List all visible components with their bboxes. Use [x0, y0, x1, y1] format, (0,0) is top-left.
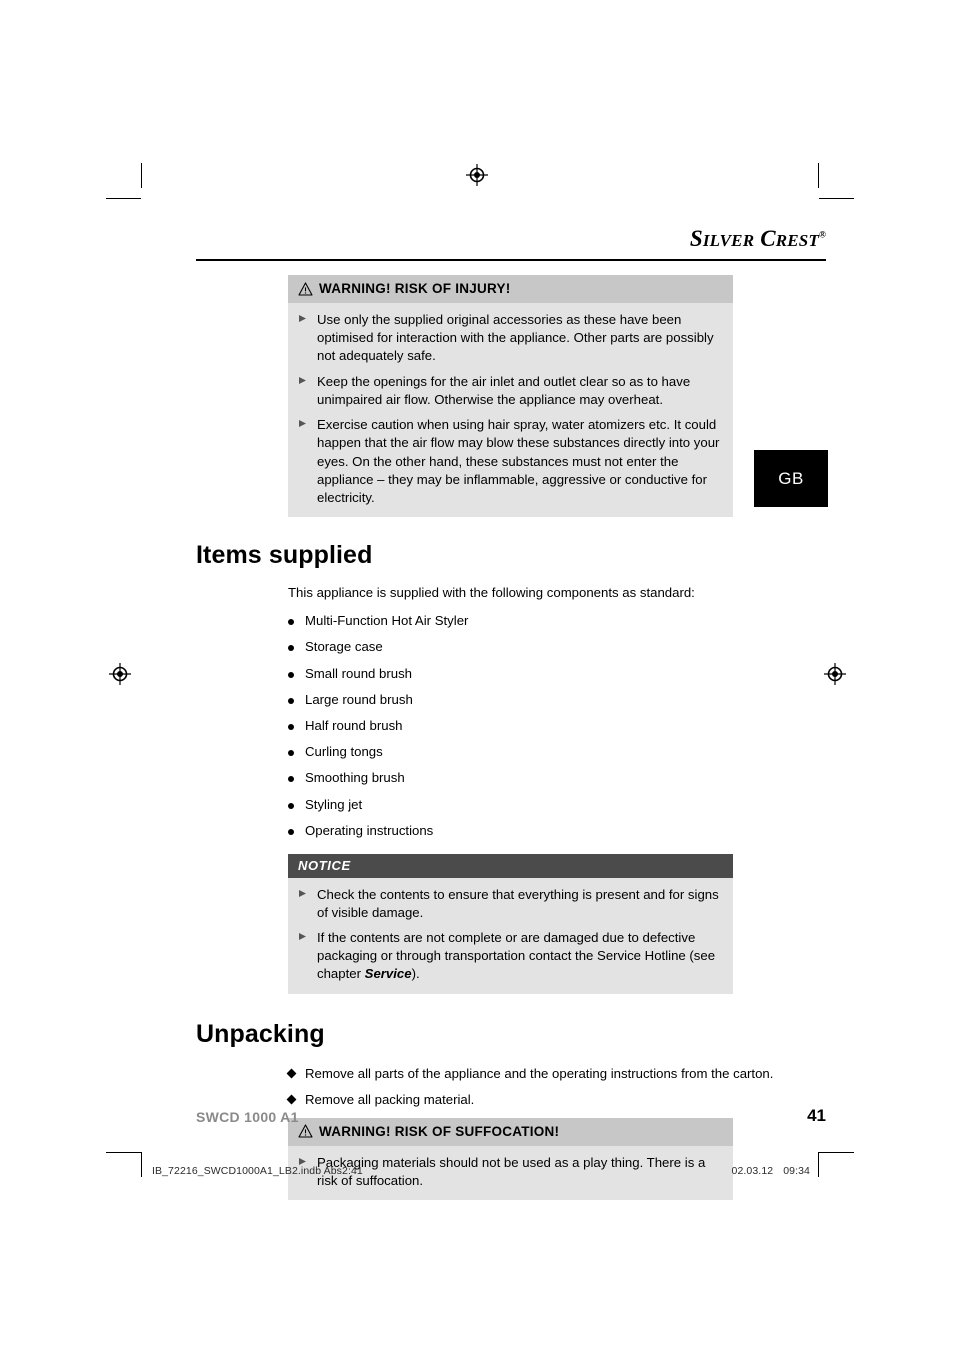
bullet-dot-icon	[288, 828, 294, 835]
diamond-bullet-icon	[286, 1094, 297, 1105]
notice-bullet-text-post: ).	[411, 966, 420, 982]
list-item: Multi-Function Hot Air Styler	[288, 608, 826, 634]
arrow-bullet-icon	[298, 886, 309, 922]
items-supplied-intro: This appliance is supplied with the foll…	[288, 585, 695, 601]
arrow-bullet-icon	[298, 416, 309, 507]
diamond-bullet-icon	[286, 1068, 297, 1079]
list-item: Smoothing brush	[288, 765, 826, 791]
crop-mark-top-left-vertical	[141, 163, 142, 188]
warning-injury-bullet-text: Exercise caution when using hair spray, …	[317, 417, 720, 505]
footer-model-number: SWCD 1000 A1	[196, 1109, 299, 1125]
registration-mark-left	[109, 663, 131, 685]
list-item: Half round brush	[288, 712, 826, 738]
bullet-dot-icon	[288, 776, 294, 783]
arrow-bullet-icon	[298, 929, 309, 984]
unpacking-heading: Unpacking	[196, 1019, 325, 1048]
page-content: WARNING! RISK OF INJURY! Use only the su…	[196, 275, 826, 1200]
notice-header: NOTICE	[288, 853, 733, 878]
notice-service-reference: Service	[364, 966, 412, 982]
header-rule	[196, 259, 826, 261]
list-item-label: Large round brush	[305, 691, 413, 707]
bullet-dot-icon	[288, 645, 294, 652]
warning-injury-box: WARNING! RISK OF INJURY! Use only the su…	[288, 275, 733, 518]
warning-suffocation-header: WARNING! RISK OF SUFFOCATION!	[288, 1117, 733, 1146]
bullet-dot-icon	[288, 802, 294, 809]
bullet-dot-icon	[288, 697, 294, 704]
bullet-dot-icon	[288, 723, 294, 730]
crop-mark-bottom-left-horizontal	[106, 1152, 141, 1153]
list-item-label: Half round brush	[305, 717, 403, 733]
warning-triangle-icon	[298, 1124, 313, 1138]
list-item: Operating instructions	[288, 817, 826, 843]
brand-logo-s: S	[689, 226, 703, 251]
list-item: Small round brush	[288, 660, 826, 686]
warning-injury-bullet: Exercise caution when using hair spray, …	[298, 416, 721, 507]
registration-mark-top	[466, 164, 488, 186]
crop-mark-top-left-horizontal	[106, 198, 141, 199]
document-page: SILVER CREST® GB WARNING! RISK OF INJURY…	[0, 0, 954, 1350]
print-date: 02.03.12	[731, 1165, 774, 1177]
list-item: Styling jet	[288, 791, 826, 817]
list-item: Storage case	[288, 634, 826, 660]
crop-mark-bottom-left-vertical	[141, 1152, 142, 1177]
warning-injury-body: Use only the supplied original accessori…	[288, 303, 733, 517]
brand-logo-rest: REST	[775, 231, 820, 250]
notice-bullet: Check the contents to ensure that everyt…	[298, 886, 721, 922]
crop-mark-top-right-horizontal	[819, 198, 854, 199]
list-item-label: Small round brush	[305, 665, 413, 681]
items-supplied-heading: Items supplied	[196, 541, 373, 570]
unpacking-step: Remove all parts of the appliance and th…	[286, 1065, 826, 1083]
warning-suffocation-title: WARNING! RISK OF SUFFOCATION!	[319, 1123, 560, 1139]
notice-bullet-text-composite: If the contents are not complete or are …	[317, 929, 721, 984]
items-supplied-list: Multi-Function Hot Air Styler Storage ca…	[288, 608, 826, 844]
warning-injury-bullet-text: Keep the openings for the air inlet and …	[317, 373, 691, 407]
arrow-bullet-icon	[298, 311, 309, 366]
brand-logo-ilver: ILVER	[702, 231, 755, 250]
list-item-label: Multi-Function Hot Air Styler	[305, 613, 469, 629]
print-timestamp: 02.03.12 09:34	[600, 1165, 810, 1177]
list-item-label: Smoothing brush	[305, 770, 405, 786]
arrow-bullet-icon	[298, 373, 309, 409]
registered-trademark-icon: ®	[819, 229, 826, 240]
brand-logo-c: C	[760, 226, 776, 251]
registration-mark-right	[824, 663, 846, 685]
list-item: Large round brush	[288, 686, 826, 712]
bullet-dot-icon	[288, 619, 294, 626]
warning-injury-bullet: Keep the openings for the air inlet and …	[298, 373, 721, 409]
bullet-dot-icon	[288, 671, 294, 678]
unpacking-step-text: Remove all packing material.	[305, 1092, 475, 1108]
list-item-label: Curling tongs	[305, 744, 383, 760]
warning-suffocation-box: WARNING! RISK OF SUFFOCATION! Packaging …	[288, 1117, 733, 1200]
warning-injury-title: WARNING! RISK OF INJURY!	[319, 281, 511, 296]
notice-box: NOTICE Check the contents to ensure that…	[288, 853, 733, 994]
notice-body: Check the contents to ensure that everyt…	[288, 878, 733, 994]
warning-injury-header: WARNING! RISK OF INJURY!	[288, 275, 733, 303]
print-file-name: IB_72216_SWCD1000A1_LB2.indb Abs2:41	[152, 1165, 363, 1177]
notice-bullet: If the contents are not complete or are …	[298, 929, 721, 984]
unpacking-step-text: Remove all parts of the appliance and th…	[305, 1065, 774, 1081]
crop-mark-top-right-vertical	[818, 163, 819, 188]
warning-injury-bullet-text: Use only the supplied original accessori…	[317, 312, 714, 364]
bullet-dot-icon	[288, 750, 294, 757]
warning-triangle-icon	[298, 281, 313, 296]
brand-logo: SILVER CREST®	[196, 226, 826, 252]
unpacking-steps: Remove all parts of the appliance and th…	[196, 1065, 826, 1110]
warning-injury-bullet: Use only the supplied original accessori…	[298, 311, 721, 366]
page-number: 41	[807, 1106, 826, 1125]
print-time: 09:34	[783, 1165, 810, 1177]
list-item-label: Storage case	[305, 639, 383, 655]
list-item-label: Operating instructions	[305, 822, 434, 838]
list-item: Curling tongs	[288, 739, 826, 765]
list-item-label: Styling jet	[305, 796, 363, 812]
notice-title: NOTICE	[298, 857, 351, 873]
notice-bullet-text: Check the contents to ensure that everyt…	[317, 886, 719, 920]
